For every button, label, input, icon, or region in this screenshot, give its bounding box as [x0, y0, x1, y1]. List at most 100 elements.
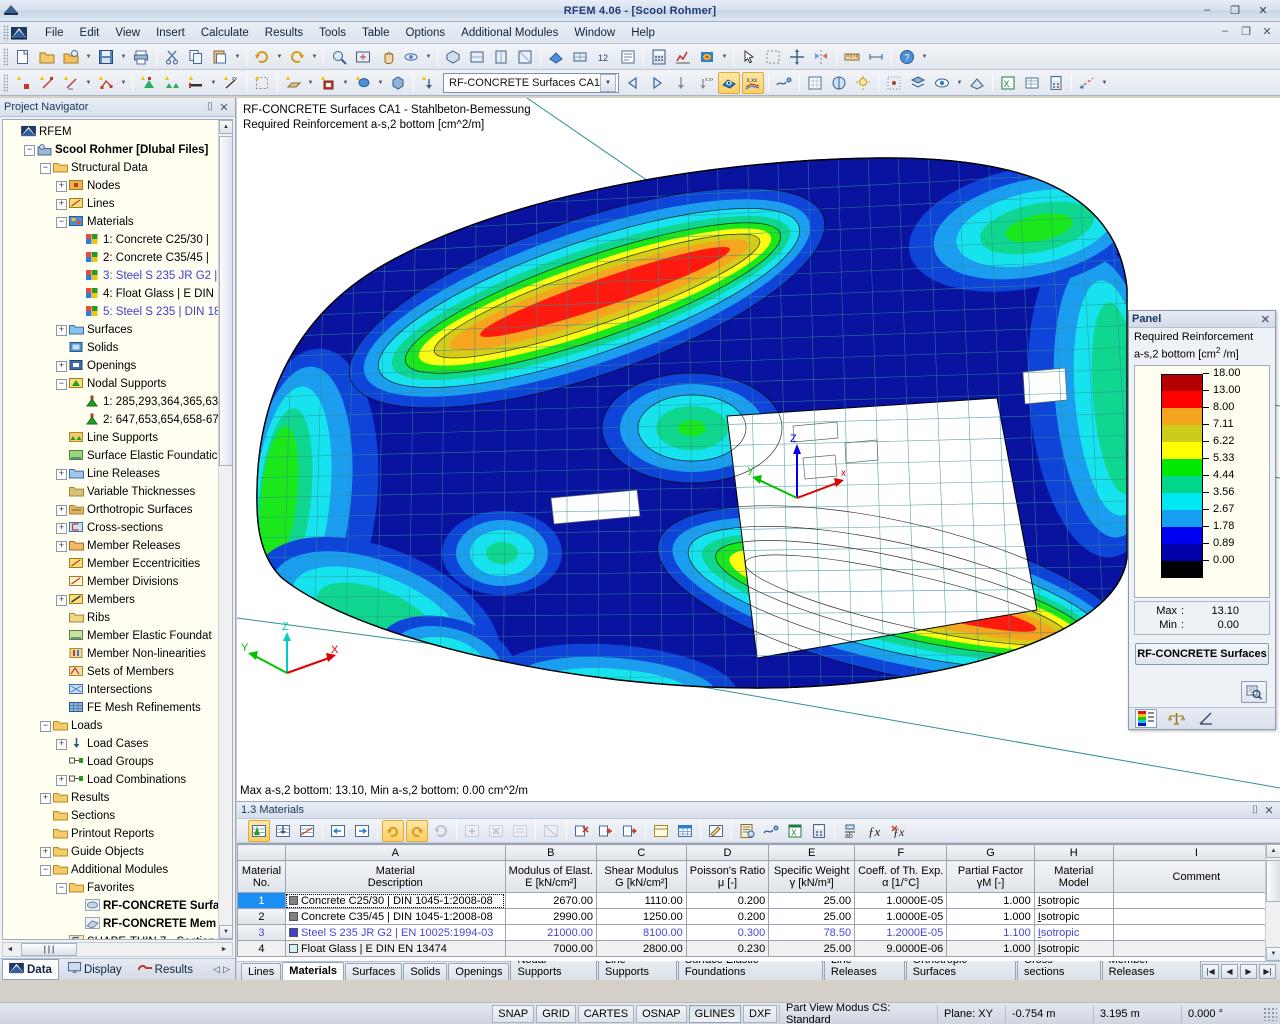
cell-thermal-expansion[interactable]: 1.0000E-05 [854, 892, 948, 909]
cell-modulus-elasticity[interactable]: 2670.00 [504, 892, 598, 909]
tree-item[interactable]: Member Divisions [5, 573, 232, 591]
wireframe-icon[interactable] [569, 46, 591, 68]
cell-partial-factor[interactable]: 1.000 [946, 892, 1035, 909]
paste-dropdown[interactable]: ▼ [232, 46, 243, 68]
menu-item-options[interactable]: Options [398, 25, 454, 41]
grid-column-header-B[interactable]: B [504, 844, 598, 861]
open-recent-icon[interactable] [60, 46, 82, 68]
new-polyline-dropdown[interactable]: ▼ [118, 72, 129, 94]
grid-row-number[interactable]: 1 [237, 892, 286, 909]
cell-modulus-elasticity[interactable]: 2990.00 [504, 908, 598, 925]
cell-material-model[interactable]: Isotropic [1033, 908, 1114, 925]
table-refresh-icon[interactable] [430, 820, 452, 842]
isolines-dropdown[interactable]: ▼ [719, 46, 730, 68]
tree-expand-icon[interactable]: + [56, 180, 67, 192]
paste-icon[interactable] [209, 46, 231, 68]
tree-item[interactable]: 4: Float Glass | E DIN [5, 285, 232, 303]
tree-item[interactable]: − Structural Data [5, 159, 232, 177]
tree-item[interactable]: + Members [5, 591, 232, 609]
table-insert-left-icon[interactable] [595, 820, 617, 842]
calculate-icon[interactable] [648, 46, 670, 68]
new-surface-region-icon[interactable] [251, 72, 273, 94]
toolbar-grip-2[interactable] [3, 73, 8, 92]
tree-item[interactable]: + Orthotropic Surfaces [5, 501, 232, 519]
menu-item-insert[interactable]: Insert [148, 25, 193, 41]
tree-item[interactable]: 1: 285,293,364,365,639 [5, 393, 232, 411]
menu-item-file[interactable]: File [37, 25, 72, 41]
menu-item-view[interactable]: View [107, 25, 148, 41]
table-edit-icon[interactable] [248, 819, 270, 842]
new-opening-dropdown[interactable]: ▼ [340, 72, 351, 94]
status-toggle-snap[interactable]: SNAP [492, 1004, 535, 1023]
mdi-close-button[interactable]: ✕ [1258, 25, 1276, 38]
new-opening-icon[interactable] [317, 72, 339, 94]
calculator-icon[interactable] [1045, 72, 1067, 94]
table-delete-row-icon[interactable] [485, 820, 507, 842]
result-case-combo[interactable]: RF-CONCRETE Surfaces CA1 ▼ [443, 72, 619, 93]
cell-poisson-ratio[interactable]: 0.230 [685, 940, 770, 957]
status-toggle-dxf[interactable]: DXF [743, 1004, 777, 1023]
copy-icon[interactable] [185, 46, 207, 68]
tree-expand-icon[interactable]: + [56, 540, 67, 552]
new-surface-icon[interactable] [282, 72, 304, 94]
tree-item[interactable]: Solids [5, 339, 232, 357]
cell-partial-factor[interactable]: 1.000 [946, 908, 1035, 925]
table-add-row-icon[interactable] [461, 820, 483, 842]
open-file-icon[interactable] [36, 46, 58, 68]
new-member-dropdown[interactable]: ▼ [208, 72, 219, 94]
new-solid-dropdown[interactable]: ▼ [375, 72, 386, 94]
tree-item[interactable]: + Nodes [5, 177, 232, 195]
menu-item-calculate[interactable]: Calculate [193, 25, 257, 41]
table-row[interactable]: 4 Float Glass | E DIN EN 13474 7000.00 2800… [237, 940, 1280, 957]
cell-thermal-expansion[interactable]: 9.0000E-06 [854, 940, 948, 957]
tree-item[interactable]: RF-CONCRETE Surfa [5, 897, 232, 915]
tree-collapse-icon[interactable]: − [56, 216, 67, 228]
tree-item[interactable]: Surface Elastic Foundatic [5, 447, 232, 465]
display-props-icon[interactable] [617, 46, 639, 68]
grid-column-header-A[interactable]: A [284, 844, 506, 861]
grid-column-header-C[interactable]: C [596, 844, 687, 861]
color-legend[interactable]: 18.00 13.00 8.00 7.11 6.22 5.33 4.44 3.56 2.67 1.… [1134, 364, 1270, 598]
clipping-plane-icon[interactable] [966, 72, 988, 94]
print-icon[interactable] [130, 46, 152, 68]
grid-column-header-F[interactable]: F [854, 844, 948, 861]
navigator-pin-icon[interactable]: ⌷ [203, 101, 217, 114]
visibility-icon[interactable] [931, 72, 953, 94]
table-tab-first[interactable]: |◀ [1202, 964, 1219, 979]
grid-scroll-down[interactable]: ▼ [1266, 947, 1280, 961]
menu-item-table[interactable]: Table [354, 25, 398, 41]
grid-corner-cell[interactable] [237, 844, 286, 861]
tree-item[interactable]: Line Supports [5, 429, 232, 447]
new-member-nx-icon[interactable]: xx [220, 72, 242, 94]
tree-expand-icon[interactable]: + [56, 504, 67, 516]
table-row[interactable]: 1 Concrete C25/30 | DIN 1045-1:2008-08 267… [237, 892, 1280, 909]
tree-expand-icon[interactable]: + [40, 792, 51, 804]
undo-dropdown[interactable]: ▼ [274, 46, 285, 68]
tree-item[interactable]: Ribs [5, 609, 232, 627]
new-line-dropdown[interactable]: ▼ [83, 72, 94, 94]
cell-material-description[interactable]: Steel S 235 JR G2 | EN 10025:1994-03 [284, 924, 506, 941]
dimension-icon[interactable] [865, 46, 887, 68]
hscroll-thumb[interactable]: ┃┃┃ [21, 943, 77, 956]
resize-grip[interactable] [1263, 1006, 1277, 1021]
cell-specific-weight[interactable]: 25.00 [768, 908, 856, 925]
tree-item[interactable]: Intersections [5, 681, 232, 699]
new-line-support-icon[interactable] [161, 72, 183, 94]
cell-material-model[interactable]: Isotropic [1033, 940, 1114, 957]
view-yz-icon[interactable] [514, 46, 536, 68]
tree-item[interactable]: + Line Releases [5, 465, 232, 483]
tree-item[interactable]: − Materials [5, 213, 232, 231]
cell-comment[interactable] [1112, 908, 1280, 925]
tree-item[interactable]: SHAPE-THIN 7 - Section [5, 933, 232, 939]
result-case-new-icon[interactable] [418, 72, 440, 94]
tree-item[interactable]: 1: Concrete C25/30 | [5, 231, 232, 249]
menu-item-edit[interactable]: Edit [72, 25, 108, 41]
grid-column-header-D[interactable]: D [685, 844, 770, 861]
mirror-icon[interactable] [810, 46, 832, 68]
tree-item[interactable]: Sets of Members [5, 663, 232, 681]
new-solid-icon[interactable] [352, 72, 374, 94]
panel-close-icon[interactable]: ✕ [1259, 313, 1272, 326]
redo-icon[interactable] [286, 46, 308, 68]
tree-item[interactable]: Printout Reports [5, 825, 232, 843]
cell-thermal-expansion[interactable]: 1.2000E-05 [854, 924, 948, 941]
